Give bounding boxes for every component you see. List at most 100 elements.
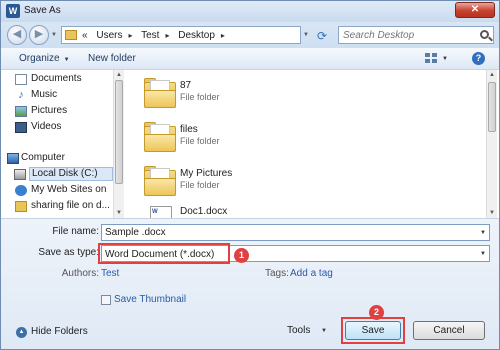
chevron-down-icon[interactable]: ▼ — [321, 328, 327, 334]
search-input[interactable] — [343, 29, 473, 42]
step-badge-1: 1 — [234, 248, 249, 263]
sidebar-item-label: Local Disk (C:) — [32, 168, 98, 179]
chevron-right-icon[interactable]: ▸ — [221, 31, 225, 40]
organize-label: Organize — [19, 53, 60, 64]
scroll-down-icon[interactable]: ▼ — [489, 210, 495, 216]
file-item-87[interactable]: 87 File folder — [142, 74, 342, 118]
chevron-up-icon[interactable]: ▲ — [16, 327, 27, 338]
navigation-scrollbar[interactable]: ▲ ▼ — [113, 70, 124, 218]
address-dropdown-icon[interactable]: ▼ — [303, 32, 309, 38]
sidebar-item-label: Documents — [31, 73, 82, 84]
file-name-label: File name: — [52, 226, 99, 237]
hide-folders-button[interactable]: Hide Folders — [31, 326, 88, 337]
sidebar-item-label: Music — [31, 89, 58, 100]
step-badge-2: 2 — [369, 305, 384, 320]
folder-icon — [144, 122, 176, 152]
globe-icon — [15, 185, 27, 196]
title-bar: W Save As ✕ — [1, 1, 499, 22]
change-view-icon[interactable] — [425, 53, 439, 64]
pictures-icon — [15, 106, 27, 117]
computer-icon — [7, 153, 19, 164]
search-box[interactable] — [338, 26, 494, 44]
authors-label: Authors: — [61, 268, 99, 279]
recent-locations-dropdown-icon[interactable]: ▼ — [51, 32, 57, 38]
chevron-down-icon: ▼ — [480, 251, 486, 257]
chevron-right-icon[interactable]: ▸ — [128, 31, 132, 40]
details-panel: File name: ▼ Save as type: Word Document… — [1, 218, 499, 349]
breadcrumb-desktop[interactable]: Desktop — [178, 30, 215, 41]
tools-button[interactable]: Tools — [287, 325, 310, 336]
sidebar-item-sharing-file[interactable]: sharing file on d... — [15, 200, 110, 214]
sidebar-item-pictures[interactable]: Pictures — [15, 105, 68, 119]
file-item-doc1[interactable]: W Doc1.docx — [142, 202, 342, 220]
file-type: File folder — [180, 180, 220, 190]
refresh-icon[interactable]: ⟳ — [317, 29, 327, 43]
navigation-pane: Documents ♪ Music Pictures Videos Comput… — [1, 70, 123, 218]
file-item-files[interactable]: files File folder — [142, 118, 342, 162]
chevron-down-icon: ▼ — [63, 57, 70, 63]
file-type: File folder — [180, 92, 220, 102]
authors-value[interactable]: Test — [101, 268, 119, 279]
word-app-icon: W — [6, 4, 20, 18]
videos-icon — [15, 122, 27, 133]
forward-arrow-icon: ▶ — [34, 28, 44, 40]
file-name: files — [180, 124, 198, 135]
file-name-field[interactable]: ▼ — [101, 224, 490, 241]
chevron-right-icon[interactable]: ▸ — [165, 31, 169, 40]
sidebar-item-music[interactable]: ♪ Music — [18, 89, 58, 103]
view-options-dropdown-icon[interactable]: ▼ — [442, 56, 448, 62]
sidebar-item-videos[interactable]: Videos — [15, 121, 62, 135]
search-icon — [480, 30, 489, 39]
new-folder-button[interactable]: New folder — [88, 53, 136, 64]
organize-button[interactable]: Organize ▼ — [19, 53, 70, 64]
help-icon[interactable]: ? — [472, 52, 485, 65]
tags-value[interactable]: Add a tag — [290, 268, 333, 279]
file-name-input[interactable] — [105, 226, 465, 239]
folder-icon — [144, 166, 176, 196]
back-arrow-icon: ◀ — [12, 28, 22, 40]
scroll-down-icon[interactable]: ▼ — [116, 210, 122, 216]
sidebar-item-local-disk[interactable]: Local Disk (C:) — [14, 167, 113, 181]
disk-icon — [14, 169, 26, 180]
breadcrumb-test[interactable]: Test — [141, 30, 159, 41]
close-button[interactable]: ✕ — [455, 2, 495, 18]
sidebar-item-label: Computer — [21, 152, 65, 163]
address-bar[interactable]: « Users ▸ Test ▸ Desktop ▸ — [61, 26, 301, 44]
save-thumbnail-checkbox[interactable] — [101, 295, 111, 305]
chevron-down-icon[interactable]: ▼ — [480, 230, 486, 236]
folder-icon — [65, 30, 77, 40]
scroll-up-icon[interactable]: ▲ — [116, 72, 122, 78]
scroll-up-icon[interactable]: ▲ — [489, 72, 495, 78]
cancel-button[interactable]: Cancel — [413, 321, 485, 340]
file-list: 87 File folder files File folder My Pict… — [124, 70, 486, 220]
file-item-my-pictures[interactable]: My Pictures File folder — [142, 162, 342, 206]
forward-button[interactable]: ▶ — [29, 25, 49, 45]
back-button[interactable]: ◀ — [7, 25, 27, 45]
highlight-box-save-as-type — [98, 243, 230, 264]
breadcrumb-overflow[interactable]: « — [82, 30, 88, 41]
scrollbar-thumb[interactable] — [115, 80, 123, 184]
sidebar-item-label: sharing file on d... — [31, 200, 110, 211]
breadcrumb-users[interactable]: Users — [96, 30, 122, 41]
folder-icon — [144, 78, 176, 108]
scrollbar-thumb[interactable] — [488, 82, 496, 132]
sidebar-item-computer[interactable]: Computer — [7, 152, 65, 166]
save-thumbnail-label[interactable]: Save Thumbnail — [114, 294, 186, 305]
sidebar-item-label: Pictures — [31, 105, 68, 116]
sidebar-item-label: Videos — [31, 121, 62, 132]
highlight-box-save — [341, 317, 405, 344]
save-as-type-label: Save as type: — [38, 247, 99, 258]
sidebar-item-label: My Web Sites on — [31, 184, 107, 195]
sidebar-item-documents[interactable]: Documents — [15, 73, 82, 87]
music-icon: ♪ — [18, 89, 24, 101]
share-folder-icon — [15, 201, 27, 212]
file-name: My Pictures — [180, 168, 233, 179]
breadcrumb: « Users ▸ Test ▸ Desktop ▸ — [82, 30, 231, 41]
file-list-scrollbar[interactable]: ▲ ▼ — [486, 70, 497, 218]
command-toolbar: Organize ▼ New folder ▼ ? — [1, 48, 499, 70]
address-row: ◀ ▶ ▼ « Users ▸ Test ▸ Desktop ▸ ▼ ⟳ — [1, 22, 499, 48]
tags-label: Tags: — [265, 268, 289, 279]
file-name: Doc1.docx — [180, 206, 228, 217]
sidebar-item-my-web-sites[interactable]: My Web Sites on — [15, 184, 107, 198]
window-title: Save As — [24, 5, 61, 16]
